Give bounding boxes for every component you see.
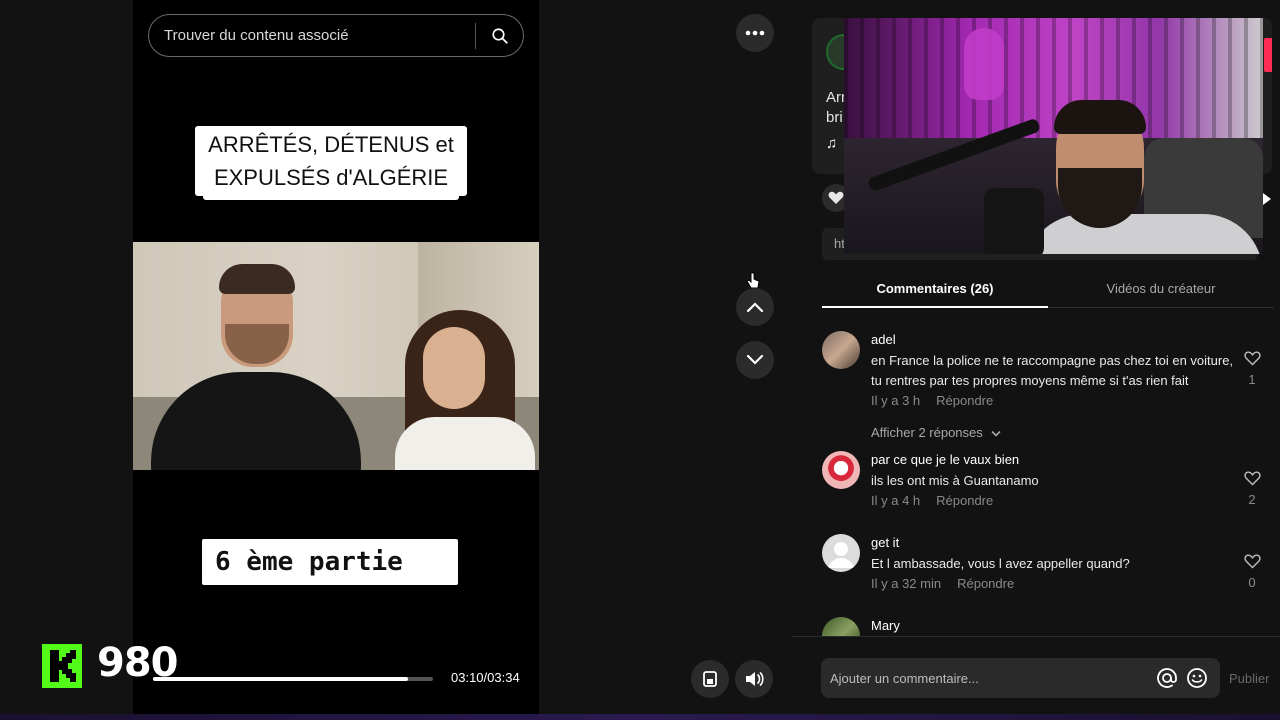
chevron-up-icon: [746, 302, 764, 313]
comment-input[interactable]: Ajouter un commentaire...: [821, 658, 1220, 698]
comment-meta: Il y a 32 min Répondre: [871, 575, 1241, 592]
kick-logo-icon: [42, 644, 82, 688]
show-replies-label: Afficher 2 réponses: [871, 425, 983, 440]
show-replies-button[interactable]: Afficher 2 réponses: [871, 425, 1241, 440]
comment-username[interactable]: get it: [871, 534, 1241, 551]
comment-text: Et l ambassade, vous l avez appeller qua…: [871, 556, 1130, 571]
comment-input-placeholder: Ajouter un commentaire...: [830, 670, 979, 686]
streamer-webcam-overlay: [844, 18, 1263, 254]
search-icon: [491, 27, 508, 44]
like-count: 0: [1248, 575, 1256, 590]
post-description-line1: Arr: [826, 89, 846, 106]
comment-list: adel en France la police ne te raccompag…: [792, 316, 1280, 636]
search-bar[interactable]: Trouver du contenu associé: [148, 14, 524, 57]
avatar[interactable]: [822, 331, 860, 369]
neon-mascot: [964, 28, 1004, 100]
reply-button[interactable]: Répondre: [957, 576, 1014, 591]
left-background: [0, 0, 133, 720]
progress-fill: [153, 677, 408, 681]
person-1: [151, 372, 361, 470]
video-title-line1: ARRÊTÉS, DÉTENUS et: [208, 132, 454, 157]
post-description: Arr bri: [826, 88, 846, 128]
comment-text: ils les ont mis à Guantanamo: [871, 473, 1039, 488]
video-title-line2: EXPULSÉS d'ALGÉRIE: [213, 165, 449, 190]
comment-time: Il y a 4 h: [871, 493, 921, 508]
follow-button[interactable]: [1264, 38, 1272, 72]
comment-username[interactable]: Mary: [871, 617, 1241, 634]
progress-bar[interactable]: [153, 677, 433, 681]
comment-time: Il y a 3 h: [871, 393, 921, 408]
emoji-icon[interactable]: [1186, 667, 1208, 689]
comment-meta: Il y a 3 h Répondre: [871, 392, 1241, 409]
previous-video-button[interactable]: [736, 288, 774, 326]
details-panel: Arr bri ♫ ht Commentaires (26) Vidéos du…: [792, 0, 1280, 720]
avatar[interactable]: [822, 451, 860, 489]
reply-button[interactable]: Répondre: [936, 493, 993, 508]
mention-icon[interactable]: [1156, 667, 1178, 689]
active-tab-indicator: [822, 306, 1048, 308]
comment-like[interactable]: 2: [1242, 471, 1262, 507]
heart-outline-icon: [1243, 351, 1261, 366]
comment-composer: Ajouter un commentaire... Publier: [792, 636, 1280, 720]
person-2-head: [423, 327, 485, 409]
default-avatar-icon: [828, 542, 854, 568]
post-description-line2: bri: [826, 109, 843, 126]
tab-comments[interactable]: Commentaires (26): [822, 270, 1048, 307]
search-input[interactable]: Trouver du contenu associé: [149, 27, 475, 44]
floating-player-button[interactable]: [691, 660, 729, 698]
mini-player-icon: [703, 671, 717, 687]
like-count: 1: [1248, 372, 1256, 387]
play-arrow-icon[interactable]: [1262, 192, 1272, 206]
comment-like[interactable]: 0: [1242, 554, 1262, 590]
search-button[interactable]: [476, 15, 523, 56]
volume-button[interactable]: [735, 660, 773, 698]
music-note-icon[interactable]: ♫: [826, 135, 837, 152]
playback-time: 03:10/03:34: [451, 670, 520, 685]
person-1-hair: [219, 264, 295, 294]
speaker-icon: [746, 672, 764, 686]
chevron-down-icon: [746, 354, 764, 365]
heart-icon: [828, 191, 844, 204]
like-count: 2: [1248, 492, 1256, 507]
video-title-card: ARRÊTÉS, DÉTENUS et EXPULSÉS d'ALGÉRIE: [195, 126, 467, 196]
comment-time: Il y a 32 min: [871, 576, 942, 591]
person-2: [395, 417, 535, 470]
comment-username[interactable]: adel: [871, 331, 1241, 348]
video-player[interactable]: Trouver du contenu associé ARRÊTÉS, DÉTE…: [133, 0, 539, 716]
comment-text: en France la police ne te raccompagne pa…: [871, 353, 1234, 388]
more-options-button[interactable]: [736, 14, 774, 52]
ellipsis-icon: [745, 30, 765, 36]
comment-username[interactable]: par ce que je le vaux bien: [871, 451, 1241, 468]
streamer-hair: [1054, 100, 1146, 134]
part-label: 6 ème partie: [202, 539, 458, 585]
avatar[interactable]: [822, 617, 860, 636]
chevron-down-icon: [991, 430, 1001, 437]
wall-stripes: [844, 18, 1263, 158]
middle-column: [539, 0, 792, 720]
microphone: [984, 188, 1044, 254]
heart-outline-icon: [1243, 471, 1261, 486]
avatar[interactable]: [822, 534, 860, 572]
tab-bar: Commentaires (26) Vidéos du créateur: [822, 270, 1274, 308]
next-video-button[interactable]: [736, 341, 774, 379]
bottom-edge-strip: [0, 714, 1280, 720]
heart-outline-icon: [1243, 554, 1261, 569]
comment-like[interactable]: 1: [1242, 351, 1262, 387]
streamer-body: [1024, 214, 1263, 254]
reply-button[interactable]: Répondre: [936, 393, 993, 408]
comment-meta: Il y a 4 h Répondre: [871, 492, 1241, 509]
video-frame: [133, 242, 539, 470]
publish-button[interactable]: Publier: [1229, 671, 1269, 686]
viewer-count: 980: [97, 640, 178, 686]
tab-creator-videos[interactable]: Vidéos du créateur: [1048, 270, 1274, 307]
